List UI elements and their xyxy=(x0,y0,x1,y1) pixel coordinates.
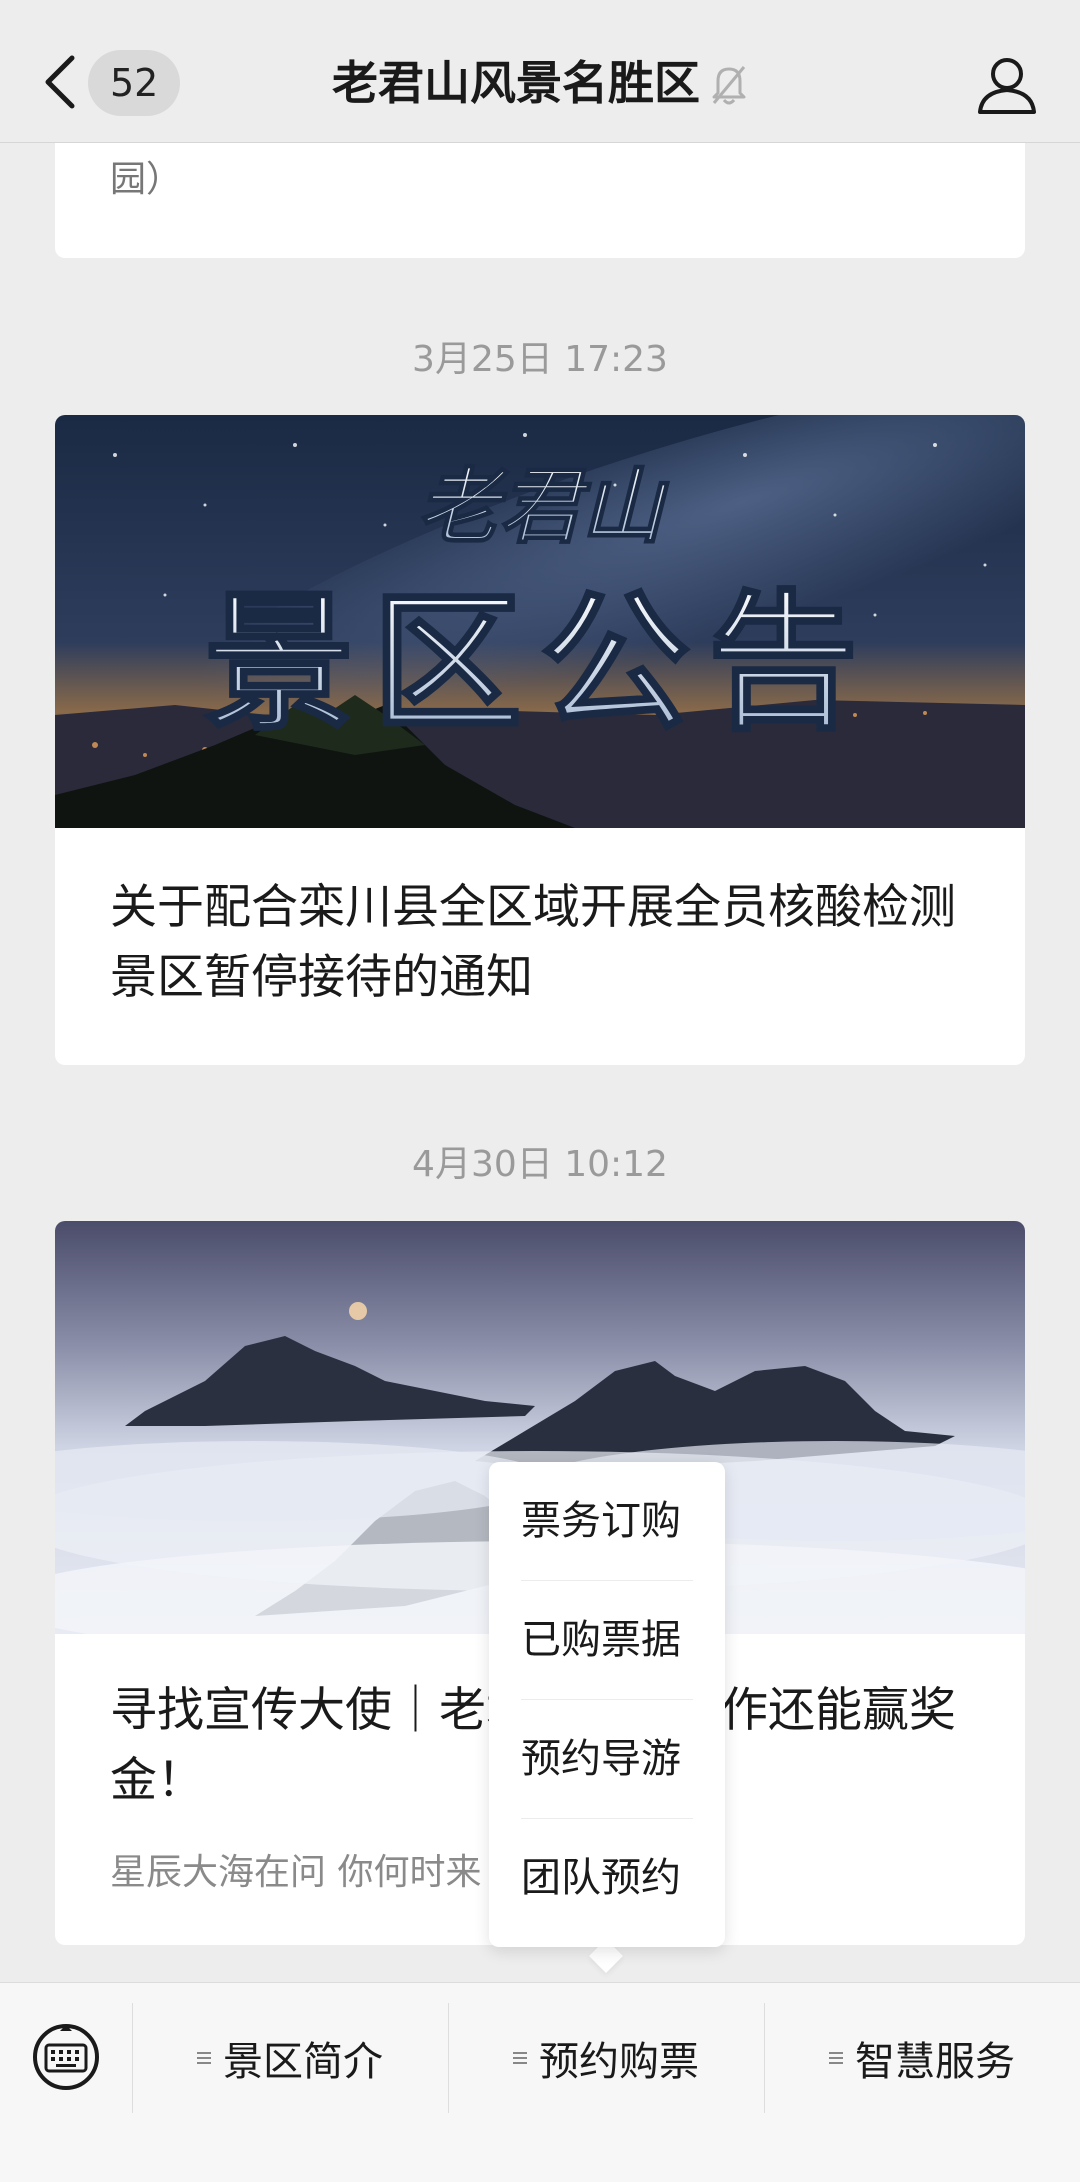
prev-article-snippet: 园） xyxy=(110,159,183,200)
chat-header: 52 老君山风景名胜区 xyxy=(0,0,1080,143)
menu-item-book-guide[interactable]: 预约导游 xyxy=(521,1700,693,1819)
submenu-popup: 票务订购 已购票据 预约导游 团队预约 xyxy=(489,1462,725,1947)
menu-item-group-booking[interactable]: 团队预约 xyxy=(521,1819,693,1938)
profile-icon[interactable] xyxy=(976,54,1038,116)
account-name: 老君山风景名胜区 xyxy=(332,56,700,110)
page-title: 老君山风景名胜区 xyxy=(0,52,1080,114)
menu-item-purchased-tickets[interactable]: 已购票据 xyxy=(521,1581,693,1700)
menu-tab-label: 预约购票 xyxy=(539,2039,699,2085)
announcement-cover-image: 老君山 景区公告 xyxy=(55,415,1025,828)
cover-text-large: 景区公告 xyxy=(204,577,876,751)
muted-bell-icon xyxy=(712,66,746,105)
menu-lines-icon xyxy=(513,2052,527,2064)
menu-item-ticket-purchase[interactable]: 票务订购 xyxy=(521,1462,693,1581)
article-card[interactable]: 老君山 景区公告 关于配合栾川县全区域开展全员核酸检测景区暂停接待的通知 xyxy=(55,415,1025,1065)
menu-tab-scenic-intro[interactable]: 景区简介 xyxy=(132,2003,448,2113)
menu-tab-label: 景区简介 xyxy=(223,2039,383,2085)
menu-tab-smart-service[interactable]: 智慧服务 xyxy=(764,2003,1080,2113)
menu-lines-icon xyxy=(197,2052,211,2064)
menu-lines-icon xyxy=(829,2052,843,2064)
menu-tab-booking[interactable]: 预约购票 xyxy=(448,2003,764,2113)
menu-tab-label: 智慧服务 xyxy=(855,2039,1015,2085)
message-timestamp: 3月25日 17:23 xyxy=(412,339,668,380)
article-title: 关于配合栾川县全区域开展全员核酸检测景区暂停接待的通知 xyxy=(110,880,956,1005)
cover-text-small: 老君山 xyxy=(417,459,669,555)
bottom-menu-bar: 景区简介 预约购票 智慧服务 xyxy=(0,1982,1080,2182)
article-subtitle: 星辰大海在问 你何时来 xyxy=(110,1852,482,1893)
keyboard-icon[interactable] xyxy=(30,2021,102,2093)
message-timestamp: 4月30日 10:12 xyxy=(412,1144,668,1185)
